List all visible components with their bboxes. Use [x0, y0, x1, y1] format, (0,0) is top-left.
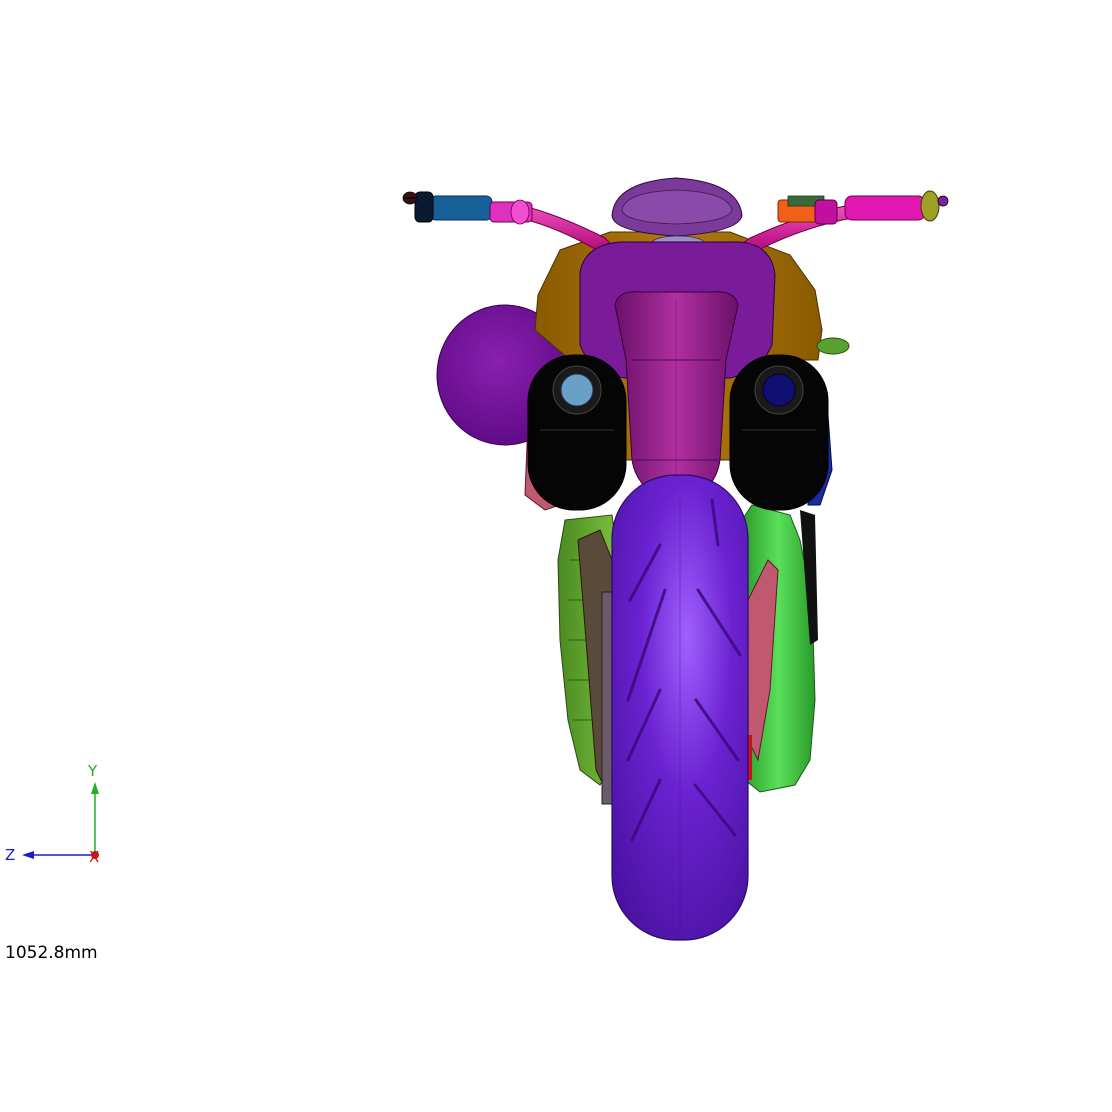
front-fender [614, 291, 739, 501]
y-axis-arrow [91, 782, 99, 794]
z-axis-arrow [22, 851, 34, 859]
x-axis-label: X [89, 848, 100, 866]
axis-triad [22, 782, 99, 859]
cad-viewport[interactable]: Y Z X 1052.8mm [0, 0, 1112, 1112]
front-tire [611, 474, 749, 941]
fork-slider-right [729, 354, 829, 511]
z-axis-label: Z [5, 846, 16, 864]
fork-slider-left [527, 354, 627, 511]
y-axis-label: Y [88, 762, 98, 780]
turn-signal-right [816, 337, 850, 355]
drive-chain [601, 591, 614, 805]
scale-readout: 1052.8mm [5, 943, 98, 963]
motorcycle-model[interactable] [0, 0, 1112, 1112]
